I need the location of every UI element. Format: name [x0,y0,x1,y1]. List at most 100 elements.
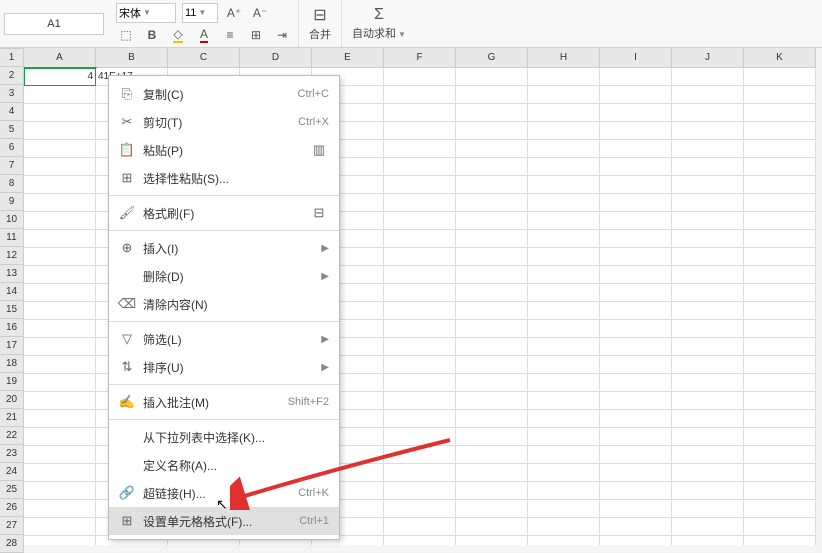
cell[interactable] [456,392,528,410]
cell[interactable] [744,194,816,212]
cell[interactable] [528,518,600,536]
cell[interactable] [600,140,672,158]
cell[interactable] [528,356,600,374]
menu-define-name[interactable]: 定义名称(A)... [109,451,339,479]
row-header[interactable]: 10 [0,211,24,229]
cell[interactable] [600,518,672,536]
cell[interactable] [24,212,96,230]
cell[interactable] [456,428,528,446]
cell[interactable] [24,410,96,428]
cell[interactable] [672,320,744,338]
cell[interactable] [456,374,528,392]
cell[interactable] [24,230,96,248]
cell[interactable] [528,266,600,284]
column-header[interactable]: A [24,48,96,68]
cell[interactable] [744,320,816,338]
fill-color-icon[interactable]: ◇ [168,25,188,45]
cell[interactable] [744,392,816,410]
column-header[interactable]: I [600,48,672,68]
column-header[interactable]: J [672,48,744,68]
cell[interactable] [384,464,456,482]
cell[interactable] [672,68,744,86]
cell[interactable] [384,266,456,284]
cell[interactable] [456,518,528,536]
cell[interactable] [24,284,96,302]
cell[interactable] [600,536,672,545]
cell[interactable] [456,284,528,302]
column-header[interactable]: F [384,48,456,68]
cell[interactable] [672,500,744,518]
cell[interactable] [24,518,96,536]
cell[interactable] [528,374,600,392]
cell[interactable] [600,176,672,194]
wrap-icon[interactable]: ⇥ [272,25,292,45]
cell[interactable] [528,500,600,518]
cell[interactable] [528,140,600,158]
increase-font-icon[interactable]: A⁺ [224,3,244,23]
cell[interactable] [600,266,672,284]
row-header[interactable]: 13 [0,265,24,283]
name-box[interactable]: A1 [4,13,104,35]
cell[interactable] [528,536,600,545]
menu-copy[interactable]: ⎘ 复制(C) Ctrl+C [109,80,339,108]
cell[interactable] [672,428,744,446]
cell[interactable] [384,158,456,176]
cell[interactable] [600,194,672,212]
menu-sort[interactable]: ⇅ 排序(U) ▶ [109,353,339,381]
font-color-icon[interactable]: A [194,25,214,45]
decrease-font-icon[interactable]: A⁻ [250,3,270,23]
border-icon[interactable]: ⊞ [246,25,266,45]
cell[interactable] [24,500,96,518]
cell[interactable] [384,284,456,302]
row-header[interactable]: 15 [0,301,24,319]
cell[interactable] [672,338,744,356]
row-header[interactable]: 7 [0,157,24,175]
bold-icon[interactable]: B [142,25,162,45]
cell[interactable] [744,446,816,464]
cell[interactable] [672,356,744,374]
cell[interactable] [24,176,96,194]
cell[interactable] [672,392,744,410]
cell[interactable] [600,356,672,374]
cell[interactable] [600,482,672,500]
cell[interactable] [384,338,456,356]
cell[interactable] [384,248,456,266]
cell[interactable] [744,266,816,284]
cell[interactable] [600,104,672,122]
font-name-select[interactable]: 宋体▼ [116,3,176,23]
cell[interactable] [384,410,456,428]
cell[interactable] [384,176,456,194]
cell[interactable] [456,230,528,248]
cell[interactable] [24,446,96,464]
cell[interactable] [672,176,744,194]
cell[interactable] [744,428,816,446]
row-header[interactable]: 24 [0,463,24,481]
cell[interactable] [384,320,456,338]
cell[interactable] [672,194,744,212]
cell[interactable] [672,230,744,248]
row-header[interactable]: 2 [0,67,24,85]
cell[interactable] [24,320,96,338]
cell[interactable] [528,482,600,500]
row-header[interactable]: 8 [0,175,24,193]
cell[interactable] [744,104,816,122]
cell[interactable] [384,374,456,392]
cell[interactable] [384,482,456,500]
cell[interactable] [456,158,528,176]
cell[interactable] [384,230,456,248]
row-header[interactable]: 6 [0,139,24,157]
cell[interactable] [24,140,96,158]
cell[interactable] [384,212,456,230]
cell[interactable] [600,464,672,482]
cell[interactable] [744,302,816,320]
cell[interactable] [600,338,672,356]
row-header[interactable]: 18 [0,355,24,373]
cell[interactable] [672,374,744,392]
row-header[interactable]: 5 [0,121,24,139]
cell[interactable] [672,122,744,140]
menu-delete[interactable]: 删除(D) ▶ [109,262,339,290]
cell[interactable] [672,536,744,545]
cell[interactable] [528,86,600,104]
cell[interactable] [384,500,456,518]
cell[interactable] [456,140,528,158]
